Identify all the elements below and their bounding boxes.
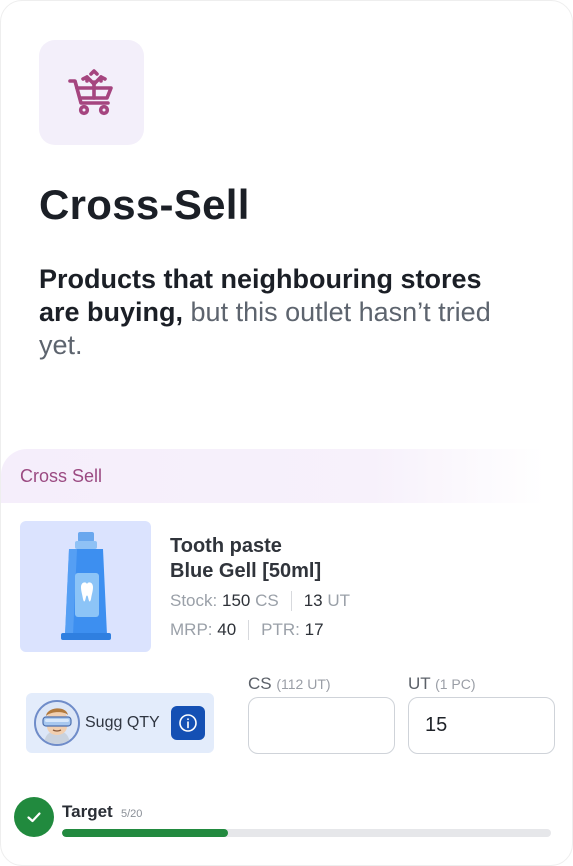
divider xyxy=(290,591,292,611)
product-name: Tooth paste Blue Gell [50ml] xyxy=(170,534,321,584)
check-icon xyxy=(14,797,54,837)
ut-quantity-input[interactable] xyxy=(408,697,555,754)
target-progress-fill xyxy=(62,829,229,837)
page-subtitle: Products that neighbouring stores are bu… xyxy=(39,263,509,362)
vr-avatar-icon xyxy=(34,700,80,746)
section-label: Cross Sell xyxy=(20,466,103,486)
ut-hint: (1 PC) xyxy=(435,676,476,692)
ut-label: UT xyxy=(408,674,431,693)
price-row: MRP: 40 PTR: 17 xyxy=(170,620,324,640)
cs-quantity-input[interactable] xyxy=(248,697,395,754)
toothpaste-tube-icon xyxy=(60,531,111,640)
suggested-qty-label: Sugg QTY xyxy=(85,714,160,731)
mrp-label: MRP: xyxy=(170,620,213,639)
product-name-line1: Tooth paste xyxy=(170,535,282,557)
target-count: 5/20 xyxy=(121,808,143,820)
page-title: Cross-Sell xyxy=(39,181,250,228)
stock-cs-value: 150 xyxy=(221,591,251,610)
suggested-qty-chip[interactable]: Sugg QTY xyxy=(26,693,214,753)
ptr-value: 17 xyxy=(304,620,324,639)
divider xyxy=(248,620,250,640)
mrp-value: 40 xyxy=(217,620,237,639)
cart-cross-sell-icon xyxy=(39,40,144,145)
product-name-line2: Blue Gell [50ml] xyxy=(170,560,322,582)
cs-label: CS xyxy=(248,674,272,693)
target-progress-bar xyxy=(62,829,551,837)
stock-cs-unit: CS xyxy=(255,591,279,610)
target-label: Target xyxy=(62,802,113,821)
stock-row: Stock: 150 CS 13 UT xyxy=(170,591,350,611)
stock-ut-value: 13 xyxy=(303,591,323,610)
product-image xyxy=(20,521,151,652)
stock-ut-unit: UT xyxy=(327,591,351,610)
ut-field-label: UT (1 PC) xyxy=(408,674,476,694)
cross-sell-card: Cross-Sell Products that neighbouring st… xyxy=(0,0,573,866)
cs-field-label: CS (112 UT) xyxy=(248,674,331,694)
stock-label: Stock: xyxy=(170,591,218,610)
info-icon[interactable] xyxy=(170,706,205,740)
cs-hint: (112 UT) xyxy=(276,676,331,692)
ptr-label: PTR: xyxy=(261,620,300,639)
